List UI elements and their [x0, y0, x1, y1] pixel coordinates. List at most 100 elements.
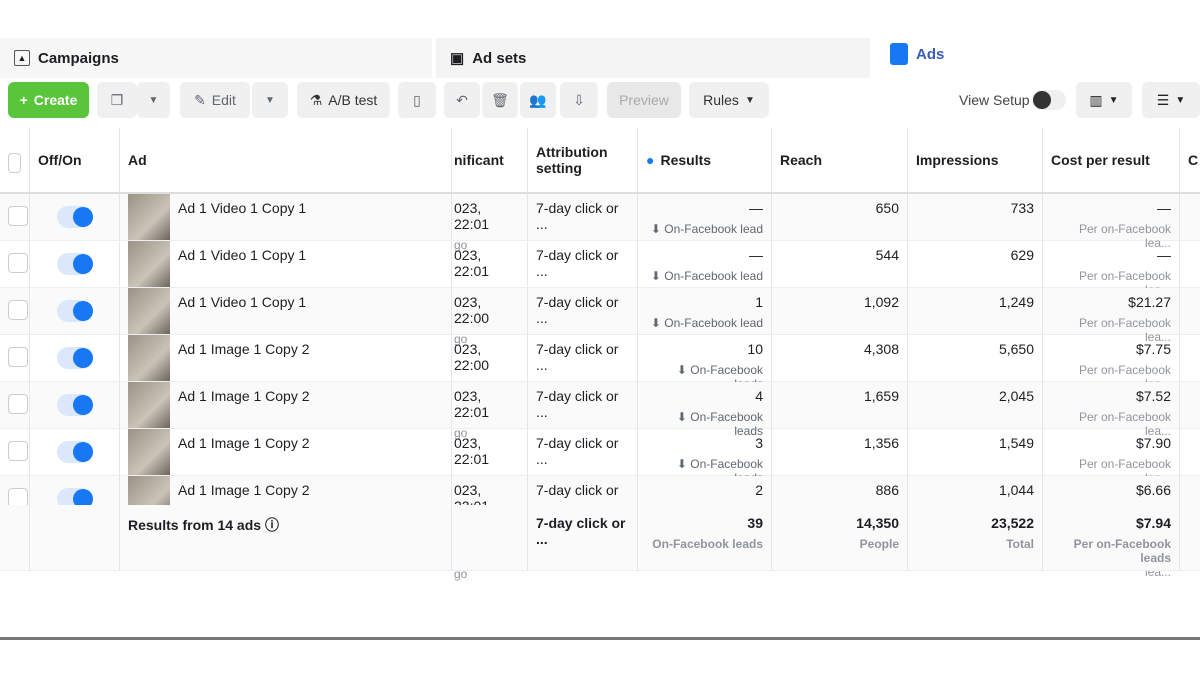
toggle-cell: [30, 194, 120, 240]
header-ad[interactable]: Ad: [120, 128, 452, 192]
info-icon: ●: [646, 152, 655, 168]
row-checkbox[interactable]: [8, 347, 28, 367]
summary-impressions: 23,522 Total: [908, 505, 1043, 570]
ad-name[interactable]: Ad 1 Video 1 Copy 1: [178, 294, 306, 310]
delete-button[interactable]: 🗑: [482, 82, 518, 118]
reach: 4,308: [863, 341, 899, 357]
row-checkbox[interactable]: [8, 253, 28, 273]
ad-toggle[interactable]: [56, 300, 93, 322]
table-row[interactable]: Ad 1 Video 1 Copy 1 023, 22:01go 7-day c…: [0, 241, 1200, 299]
reach: 544: [875, 247, 899, 263]
impressions: 1,549: [998, 435, 1034, 451]
empty-cell: [452, 505, 528, 570]
ad-name[interactable]: Ad 1 Image 1 Copy 2: [178, 341, 310, 357]
duplicate-dropdown[interactable]: ▼: [137, 82, 170, 118]
header-significant[interactable]: nificant: [452, 128, 528, 192]
results: 1: [755, 294, 763, 310]
reach-cell: 1,356: [772, 429, 908, 475]
empty-cell: [30, 505, 120, 570]
header-cost-per-result[interactable]: Cost per result: [1043, 128, 1180, 192]
create-button[interactable]: + Create: [8, 82, 89, 118]
header-results[interactable]: ● Results: [638, 128, 772, 192]
people-icon: 👥: [529, 91, 547, 108]
caret-down-icon: ▼: [265, 94, 275, 106]
ad-toggle[interactable]: [56, 206, 93, 228]
audience-button[interactable]: 👥: [520, 82, 556, 118]
edit-dropdown[interactable]: ▼: [252, 82, 288, 118]
columns-button[interactable]: ▥ ▼: [1076, 82, 1132, 118]
ad-toggle[interactable]: [56, 253, 93, 275]
select-all-checkbox[interactable]: [8, 153, 21, 173]
row-select-cell: [0, 335, 30, 381]
cost: $7.75: [1135, 341, 1171, 357]
row-select-cell: [0, 382, 30, 428]
row-checkbox[interactable]: [8, 300, 28, 320]
export-icon: ⇩: [573, 91, 585, 108]
rules-label: Rules: [703, 92, 739, 108]
ad-thumbnail: [128, 335, 170, 381]
header-label: Impressions: [916, 152, 999, 168]
ab-test-button[interactable]: ⚗ A/B test: [297, 82, 390, 118]
impressions: 5,650: [998, 341, 1034, 357]
header-label: Off/On: [38, 152, 82, 168]
extra-cell: [1180, 194, 1200, 240]
header-offon: Off/On: [30, 128, 120, 192]
impressions: 733: [1010, 200, 1034, 216]
ad-name[interactable]: Ad 1 Image 1 Copy 2: [178, 435, 310, 451]
breakdown-button[interactable]: ☰ ▼: [1142, 82, 1200, 118]
cost: $7.52: [1135, 388, 1171, 404]
tab-ad-sets[interactable]: ▣ Ad sets: [436, 38, 870, 78]
ad-cell: Ad 1 Video 1 Copy 1: [120, 241, 452, 287]
info-icon[interactable]: ⓘ: [265, 517, 279, 533]
date: 023, 22:01: [454, 247, 490, 279]
date: 023, 22:01: [454, 200, 490, 232]
view-setup-toggle[interactable]: [1032, 90, 1066, 110]
grid-icon: ▣: [450, 50, 465, 67]
export-button[interactable]: ⇩: [560, 82, 598, 118]
ad-cell: Ad 1 Image 1 Copy 2: [120, 429, 452, 475]
clipboard-button[interactable]: ▯: [398, 82, 436, 118]
cost: $6.66: [1135, 482, 1171, 498]
cost-cell: $7.75Per on-Facebook lea...: [1043, 335, 1180, 391]
ad-toggle[interactable]: [56, 441, 93, 463]
edit-button[interactable]: ✎ Edit: [180, 82, 250, 118]
tab-campaigns[interactable]: ▲ Campaigns: [0, 38, 432, 78]
ad-name[interactable]: Ad 1 Video 1 Copy 1: [178, 200, 306, 216]
header-impressions[interactable]: Impressions: [908, 128, 1043, 192]
table-row[interactable]: Ad 1 Image 1 Copy 2 023, 22:01go 7-day c…: [0, 382, 1200, 440]
summary-attribution: 7-day click or ...: [528, 505, 638, 570]
caret-down-icon: ▼: [148, 94, 159, 106]
header-reach[interactable]: Reach: [772, 128, 908, 192]
header-label: C: [1188, 152, 1199, 168]
undo-button[interactable]: ↶: [444, 82, 480, 118]
cost-cell: —Per on-Facebook lea...: [1043, 194, 1180, 250]
table-row[interactable]: Ad 1 Video 1 Copy 1 023, 22:00 go 7-day c…: [0, 288, 1200, 346]
ad-name[interactable]: Ad 1 Image 1 Copy 2: [178, 388, 310, 404]
results-sub: On-Facebook leads: [652, 537, 763, 551]
ad-toggle[interactable]: [56, 347, 93, 369]
download-icon: ⬇: [650, 269, 665, 283]
date: 023, 22:00: [454, 341, 490, 373]
table-row[interactable]: Ad 1 Image 1 Copy 2 023, 22:00go 7-day c…: [0, 335, 1200, 393]
ad-name[interactable]: Ad 1 Video 1 Copy 1: [178, 247, 306, 263]
duplicate-button[interactable]: ❐: [97, 82, 137, 118]
row-checkbox[interactable]: [8, 441, 28, 461]
impressions-cell: 5,650: [908, 335, 1043, 381]
empty-cell: [0, 505, 30, 570]
impressions: 23,522: [991, 515, 1034, 531]
undo-icon: ↶: [456, 91, 468, 108]
table-row[interactable]: Ad 1 Video 1 Copy 1 023, 22:01go 7-day c…: [0, 194, 1200, 252]
tab-ads[interactable]: Ads: [876, 34, 1200, 74]
preview-button[interactable]: Preview: [607, 82, 681, 118]
plus-icon: +: [19, 92, 28, 108]
ad-toggle[interactable]: [56, 394, 93, 416]
header-attribution[interactable]: Attribution setting: [528, 128, 638, 192]
summary-label-cell: Results from 14 ads ⓘ: [120, 505, 452, 570]
row-checkbox[interactable]: [8, 206, 28, 226]
rules-button[interactable]: Rules ▼: [689, 82, 769, 118]
header-extra[interactable]: C: [1180, 128, 1200, 192]
ad-name[interactable]: Ad 1 Image 1 Copy 2: [178, 482, 310, 498]
table-row[interactable]: Ad 1 Image 1 Copy 2 023, 22:01go 7-day c…: [0, 429, 1200, 487]
impressions: 2,045: [998, 388, 1034, 404]
row-checkbox[interactable]: [8, 394, 28, 414]
